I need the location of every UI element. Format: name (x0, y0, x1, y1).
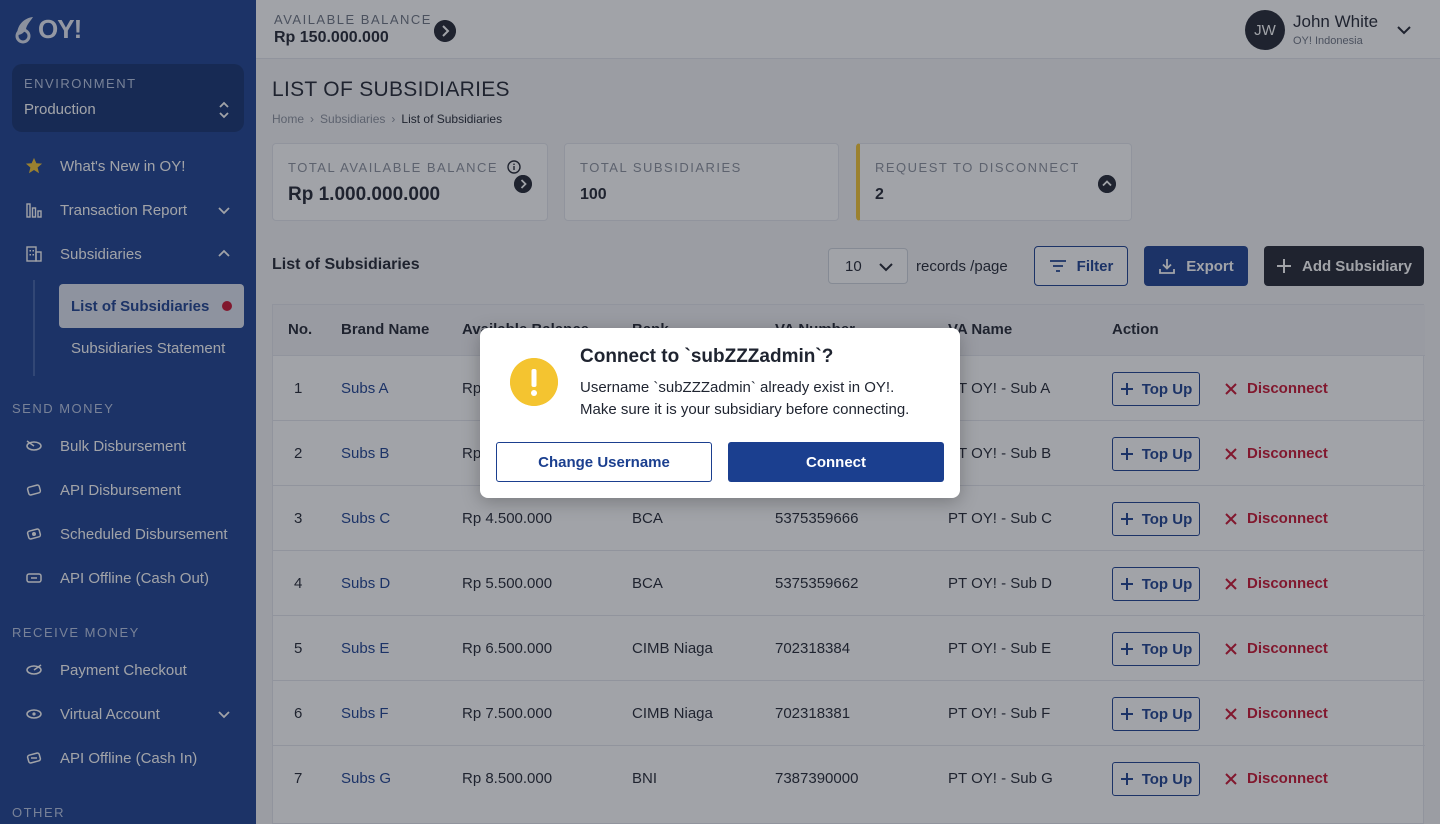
warning-icon (510, 358, 558, 406)
dialog-message-line-1: Username `subZZZadmin` already exist in … (580, 379, 895, 396)
dialog-title: Connect to `subZZZadmin`? (580, 346, 834, 367)
connect-button[interactable]: Connect (728, 442, 944, 482)
change-username-button[interactable]: Change Username (496, 442, 712, 482)
dialog-message-line-2: Make sure it is your subsidiary before c… (580, 401, 910, 418)
connect-confirm-dialog: Connect to `subZZZadmin`? Username `subZ… (480, 328, 960, 498)
